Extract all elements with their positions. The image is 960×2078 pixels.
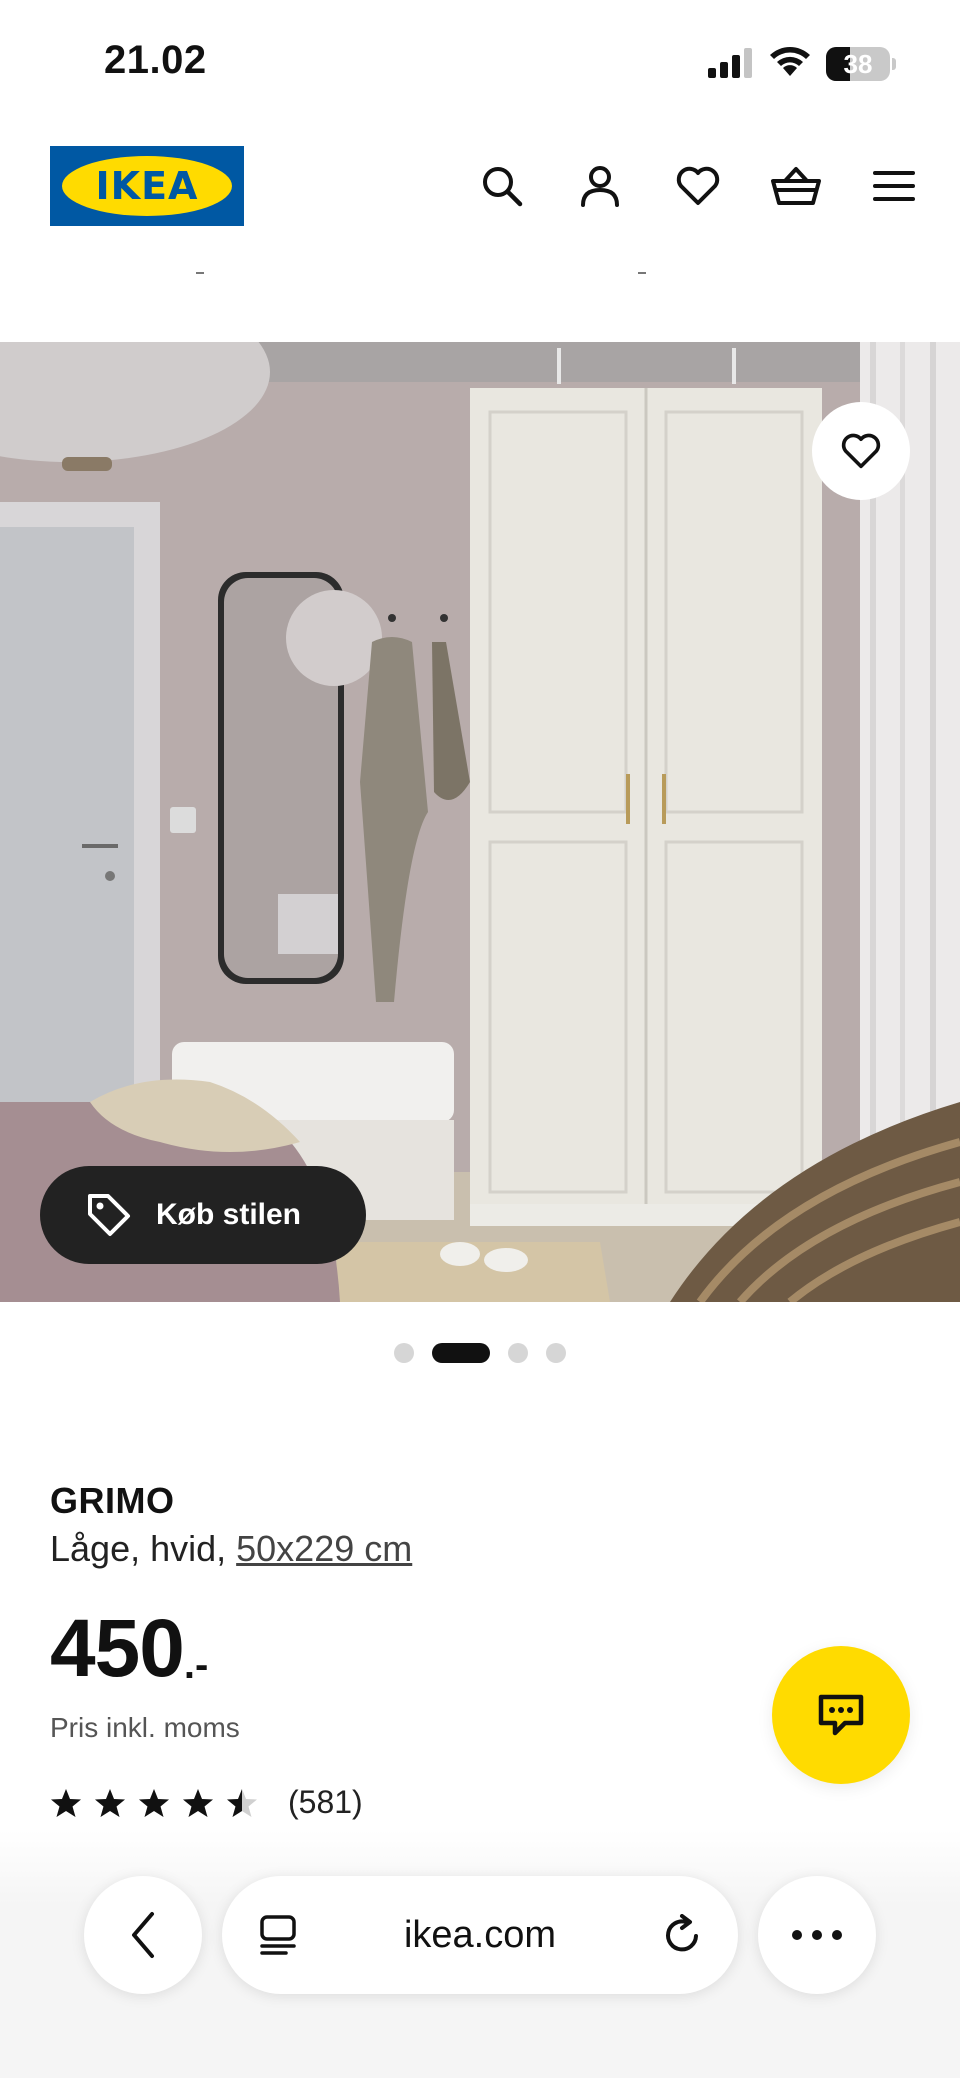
rating-stars [50,1787,258,1819]
tag-icon [88,1194,130,1236]
battery-icon: 38 [826,47,890,81]
favorite-button[interactable] [812,402,910,500]
star-full-icon [139,1788,169,1817]
chat-button[interactable] [772,1646,910,1784]
price-value: 450 [50,1603,185,1694]
mark [638,272,646,274]
basket-icon[interactable] [766,156,826,216]
status-time: 21.02 [104,38,207,82]
heart-icon[interactable] [668,156,728,216]
browser-url: ikea.com [403,1913,557,1956]
browser-back-button[interactable] [84,1876,202,1994]
product-info: GRIMO Låge, hvid, 50x229 cm 450 .- Pris … [50,1480,750,1821]
price-suffix: .- [183,1643,209,1687]
back-icon [132,1912,154,1958]
search-icon[interactable] [472,156,532,216]
chat-icon [818,1694,864,1736]
menu-icon[interactable] [864,156,924,216]
heart-icon [841,433,881,469]
reload-icon[interactable] [662,1914,704,1956]
star-full-icon [95,1788,125,1817]
cellular-signal-icon [708,46,754,83]
account-icon[interactable] [570,156,630,216]
browser-more-button[interactable] [758,1876,876,1994]
price-row: 450 .- [50,1608,750,1690]
star-full-icon [51,1788,81,1817]
star-full-icon [183,1788,213,1817]
room-scene-image [0,342,960,1302]
product-description-text: Låge, hvid, [50,1528,237,1569]
gallery-dot[interactable] [546,1343,566,1363]
buy-style-button[interactable]: Køb stilen [40,1166,366,1264]
browser-address-bar[interactable]: ikea.com [222,1876,738,1994]
logo-text: IKEA [95,164,199,208]
rating-count: (581) [288,1784,363,1820]
mark [196,272,204,274]
product-name: GRIMO [50,1480,175,1521]
tabs-icon [260,1915,296,1955]
status-bar: 21.02 38 [0,0,960,120]
price-note: Pris inkl. moms [50,1712,240,1743]
buy-style-label: Køb stilen [156,1198,302,1231]
battery-tip [892,58,896,70]
gallery-dot[interactable] [394,1343,414,1363]
header-icons [472,156,924,216]
status-icons: 38 [708,44,896,84]
ikea-logo[interactable]: IKEA [50,146,244,226]
header-divider-marks [0,272,960,282]
product-gallery-image[interactable]: Køb stilen [0,342,960,1302]
logo-oval: IKEA [62,156,232,216]
site-header: IKEA [0,140,960,240]
rating-row[interactable]: (581) [50,1784,750,1821]
product-description: Låge, hvid, 50x229 cm [50,1528,750,1570]
size-link[interactable]: 50x229 cm [236,1528,412,1569]
gallery-pagination [0,1342,960,1364]
gallery-dot-active[interactable] [432,1343,490,1363]
battery-label: 38 [843,48,873,79]
gallery-dot[interactable] [508,1343,528,1363]
wifi-icon [768,45,812,84]
star-half-icon [227,1788,257,1817]
more-icon [792,1930,842,1940]
